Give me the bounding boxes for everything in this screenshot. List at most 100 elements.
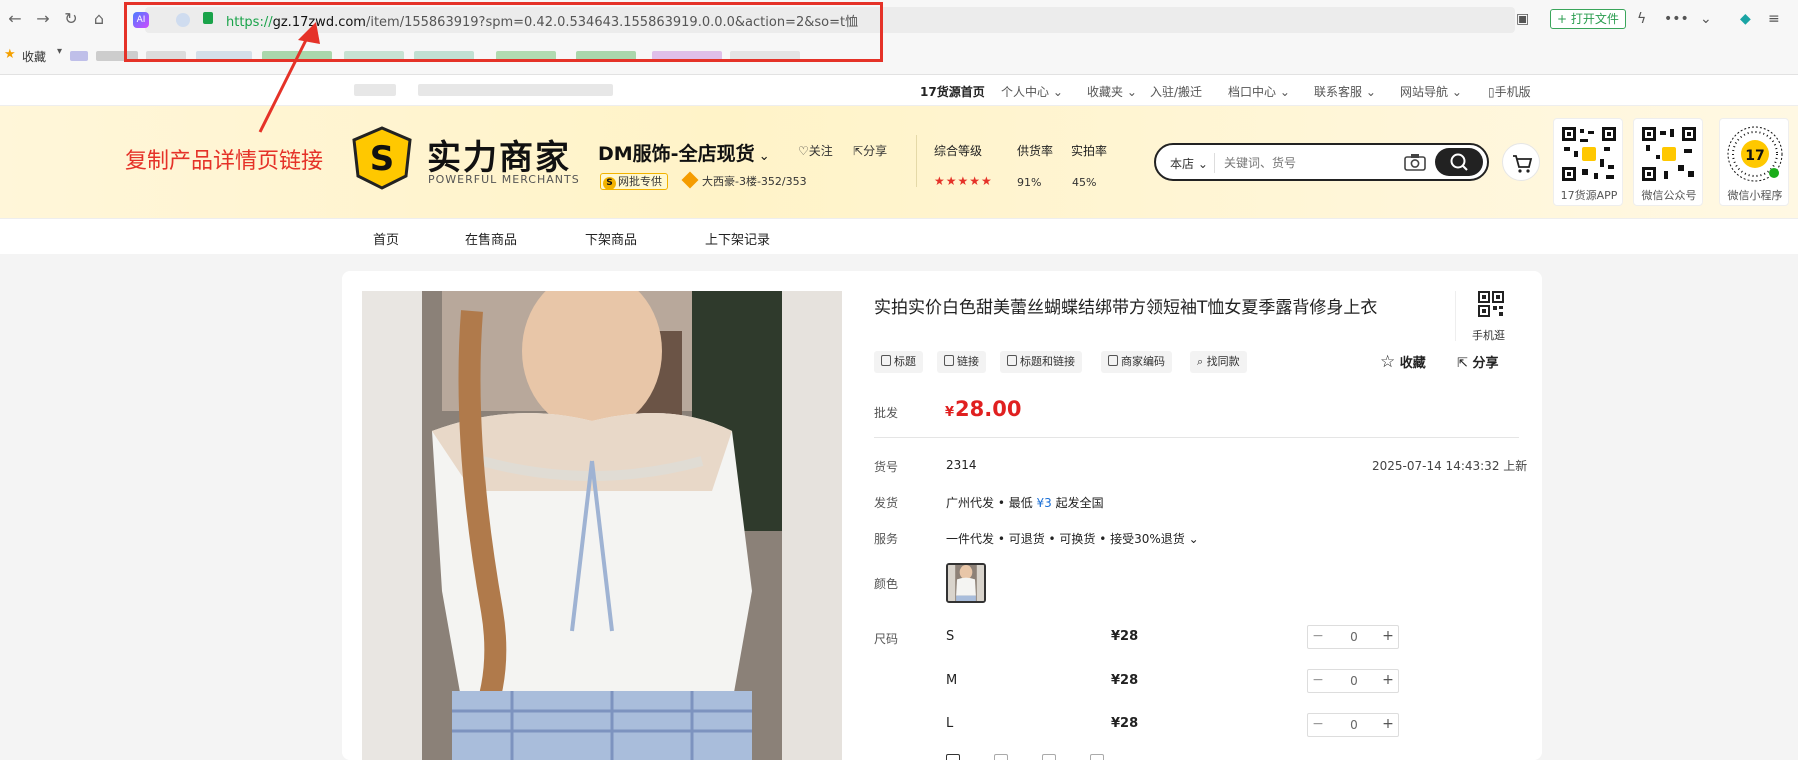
open-file-button[interactable]: + 打开文件	[1550, 9, 1626, 29]
product-photo[interactable]	[362, 291, 842, 760]
extension-icon[interactable]: ◆	[1740, 11, 1751, 27]
qr-card-miniprogram[interactable]: 17 微信小程序	[1719, 118, 1789, 206]
share-product-button[interactable]: ⇱ 分享	[1457, 352, 1498, 371]
search-input[interactable]	[1224, 153, 1384, 173]
shop-navigation: 首页 在售商品 下架商品 上下架记录	[0, 218, 1798, 254]
copy-merchant-code-button[interactable]: 商家编码	[1101, 351, 1172, 373]
service-value[interactable]: 一件代发 • 可退货 • 可换货 • 接受30%退货 ⌄	[946, 530, 1199, 547]
topbar-link-stall[interactable]: 档口中心 ⌄	[1228, 83, 1290, 100]
bookmark-item[interactable]	[70, 51, 88, 61]
copy-link-button[interactable]: 链接	[937, 351, 986, 373]
search-icon	[1450, 153, 1468, 171]
copy-icon	[881, 355, 891, 366]
bookmarks-dropdown-icon[interactable]: ▾	[57, 46, 62, 57]
divider	[1455, 291, 1456, 341]
search-icon: ⌕	[1197, 355, 1207, 368]
home-icon[interactable]: ⌂	[90, 10, 108, 28]
color-swatch[interactable]	[946, 563, 986, 603]
qr-card-app[interactable]: 17货源APP	[1553, 118, 1623, 206]
topbar-link-sitenav[interactable]: 网站导航 ⌄	[1400, 83, 1462, 100]
minus-button[interactable]: −	[1308, 716, 1328, 732]
search-button[interactable]	[1435, 148, 1483, 176]
image-icon[interactable]: ▣	[1516, 11, 1529, 27]
star-outline-icon: ☆	[1380, 352, 1396, 372]
minus-button[interactable]: −	[1308, 628, 1328, 644]
qr-code-icon	[1560, 125, 1618, 183]
topbar-link-favorites[interactable]: 收藏夹 ⌄	[1087, 83, 1137, 100]
miniprogram-code-icon: 17	[1726, 125, 1784, 183]
shopnav-item-on-sale[interactable]: 在售商品	[465, 229, 517, 248]
price-value: 28.00	[955, 397, 1022, 421]
checkbox[interactable]	[1090, 754, 1104, 760]
shopnav-item-history[interactable]: 上下架记录	[705, 229, 770, 248]
size-label: 尺码	[874, 632, 899, 646]
shop-name[interactable]: DM服饰-全店现货 ⌄	[598, 139, 770, 166]
checkbox[interactable]	[994, 754, 1008, 760]
bookmarks-label[interactable]: 收藏	[22, 48, 46, 65]
quantity-value[interactable]: 0	[1344, 630, 1364, 644]
checkbox[interactable]	[1042, 754, 1056, 760]
logo-title: 实力商家	[427, 138, 571, 178]
mobile-browse-label: 手机逛	[1472, 329, 1505, 342]
copy-icon	[1007, 355, 1017, 366]
quantity-value[interactable]: 0	[1344, 674, 1364, 688]
svg-text:17: 17	[1745, 148, 1764, 164]
menu-icon[interactable]: ≡	[1768, 11, 1780, 27]
topbar-link-join[interactable]: 入驻/搬迁	[1150, 83, 1202, 100]
qr-card-wechat-official[interactable]: 微信公众号	[1633, 118, 1703, 206]
follow-button[interactable]: ♡关注	[798, 142, 833, 159]
shop-search-box: 本店 ⌄	[1154, 143, 1489, 181]
ship-value: 广州代发 • 最低 ¥3 起发全国	[946, 496, 1104, 510]
topbar-link-mobile[interactable]: ▯手机版	[1488, 83, 1531, 100]
lightning-icon[interactable]: ϟ	[1637, 11, 1646, 27]
svg-text:S: S	[370, 139, 395, 179]
chevron-down-icon: ⌄	[1451, 85, 1462, 99]
wholesale-tag: S 网批专供	[600, 173, 668, 190]
quantity-stepper: − 0 +	[1307, 669, 1399, 693]
color-label: 颜色	[874, 577, 899, 591]
annotation-highlight-box	[124, 2, 883, 62]
topbar-link-home[interactable]: 17货源首页	[920, 83, 985, 100]
shopnav-item-off-sale[interactable]: 下架商品	[585, 229, 637, 248]
logo-subtitle: POWERFUL MERCHANTS	[428, 173, 580, 186]
copy-title-button[interactable]: 标题	[874, 351, 923, 373]
logo-s-icon: S	[352, 126, 412, 190]
user-name-blurred[interactable]	[354, 84, 396, 96]
minus-button[interactable]: −	[1308, 672, 1328, 688]
service-label: 服务	[874, 532, 899, 546]
plus-icon: +	[1557, 12, 1568, 26]
cart-button[interactable]	[1502, 143, 1540, 181]
plus-button[interactable]: +	[1378, 628, 1398, 644]
shopnav-item-home[interactable]: 首页	[373, 229, 399, 248]
code-label: 货号	[874, 460, 899, 474]
listed-date: 2025-07-14 14:43:32 上新	[1372, 459, 1528, 473]
copy-title-link-button[interactable]: 标题和链接	[1000, 351, 1082, 373]
share-shop-button[interactable]: ⇱分享	[853, 142, 887, 159]
topbar-link-personal[interactable]: 个人中心 ⌄	[1001, 83, 1063, 100]
reload-icon[interactable]: ↻	[62, 10, 80, 28]
forward-icon[interactable]: →	[34, 10, 52, 28]
search-scope-select[interactable]: 本店 ⌄	[1170, 155, 1208, 172]
real-rate-value: 45%	[1072, 176, 1097, 189]
more-icon[interactable]: •••	[1664, 11, 1689, 27]
divider	[916, 135, 917, 187]
diamond-icon	[681, 171, 699, 189]
favorite-button[interactable]: ☆ 收藏	[1380, 352, 1426, 372]
supply-rate-value: 91%	[1017, 176, 1042, 189]
topbar-link-service[interactable]: 联系客服 ⌄	[1314, 83, 1376, 100]
product-title: 实拍实价白色甜美蕾丝蝴蝶结绑带方领短袖T恤女夏季露背修身上衣	[874, 298, 1378, 318]
qr-code-icon[interactable]	[1478, 291, 1504, 317]
back-icon[interactable]: ←	[6, 10, 24, 28]
plus-button[interactable]: +	[1378, 672, 1398, 688]
chevron-down-icon: ⌄	[1279, 85, 1290, 99]
find-similar-button[interactable]: ⌕ 找同款	[1190, 351, 1247, 373]
price-label: 批发	[874, 406, 899, 420]
checkbox[interactable]	[946, 754, 960, 760]
qr-caption: 微信公众号	[1641, 189, 1697, 202]
qr-code-icon	[1640, 125, 1698, 183]
plus-button[interactable]: +	[1378, 716, 1398, 732]
quantity-value[interactable]: 0	[1344, 718, 1364, 732]
chevron-down-icon[interactable]: ⌄	[1700, 11, 1712, 27]
real-rate-label: 实拍率	[1071, 144, 1108, 158]
camera-icon[interactable]	[1404, 153, 1426, 171]
